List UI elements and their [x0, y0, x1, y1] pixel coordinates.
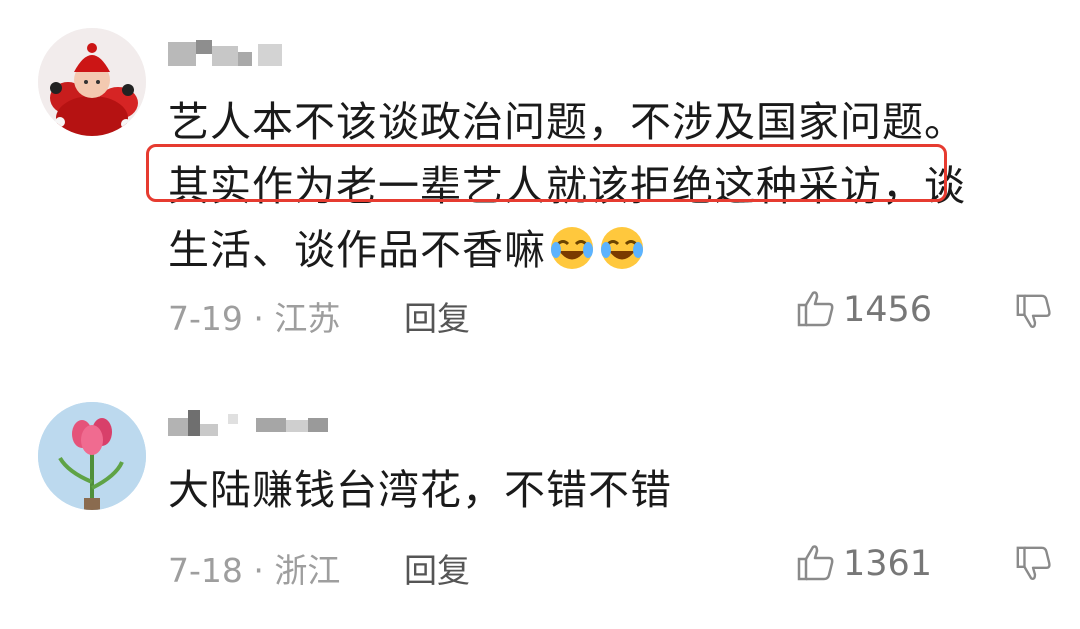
comment-text: 大陆赚钱台湾花，不错不错	[168, 458, 672, 522]
laughing-crying-emoji-icon	[548, 224, 596, 290]
comment-item: 艺人本不该谈政治问题，不涉及国家问题。 其实作为老一辈艺人就该拒绝这种采访，谈 …	[0, 0, 1080, 360]
thumbs-up-icon	[795, 541, 837, 587]
pink-flower-avatar-icon	[38, 402, 146, 510]
comment-text-line-part: 生活、谈作品不香嘛	[168, 226, 546, 274]
thumbs-down-icon	[1014, 546, 1054, 588]
user-avatar[interactable]	[38, 28, 146, 136]
username-pixelated[interactable]	[168, 40, 288, 66]
dislike-button[interactable]	[1014, 292, 1054, 332]
comment-meta: 7-19 · 江苏	[168, 299, 341, 338]
comment-item: 大陆赚钱台湾花，不错不错 7-18 · 浙江 回复 1361	[0, 380, 1080, 629]
reply-button[interactable]: 回复	[404, 544, 470, 592]
like-count: 1456	[843, 290, 933, 330]
like-count: 1361	[843, 544, 933, 584]
comment-meta: 7-18 · 浙江	[168, 551, 341, 590]
user-avatar[interactable]	[38, 402, 146, 510]
username-pixelated[interactable]	[168, 410, 333, 436]
comment-text-line: 生活、谈作品不香嘛	[168, 218, 966, 290]
reply-button[interactable]: 回复	[404, 292, 470, 340]
laughing-crying-emoji-icon	[598, 224, 646, 290]
like-button[interactable]: 1456	[795, 288, 932, 332]
thumbs-down-icon	[1014, 294, 1054, 336]
comment-text-line: 大陆赚钱台湾花，不错不错	[168, 466, 672, 514]
dislike-button[interactable]	[1014, 544, 1054, 584]
highlight-box	[146, 144, 947, 202]
thumbs-up-icon	[795, 287, 837, 333]
like-button[interactable]: 1361	[795, 542, 932, 586]
baby-in-red-avatar-icon	[38, 28, 146, 136]
